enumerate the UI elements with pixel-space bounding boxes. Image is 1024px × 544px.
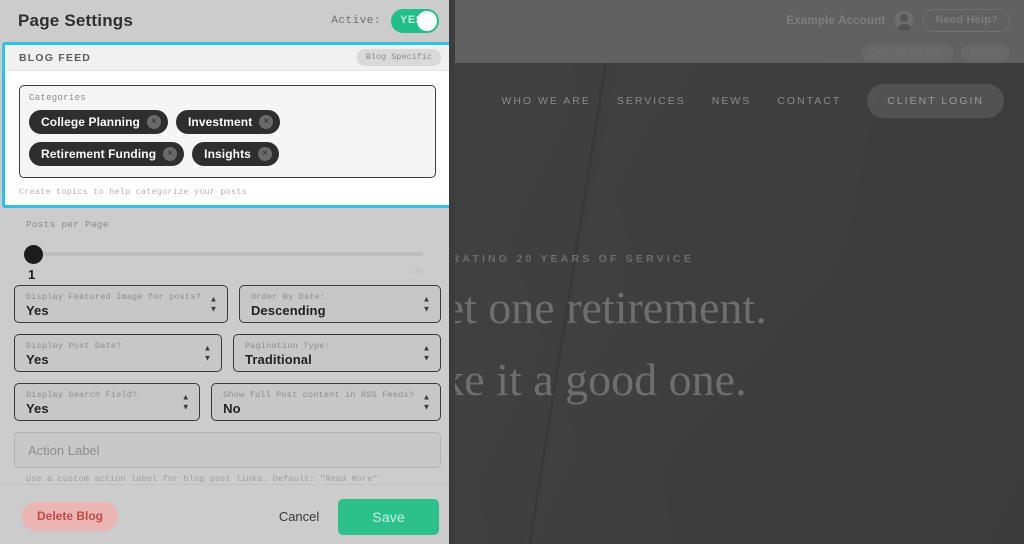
client-login-button[interactable]: CLIENT LOGIN [867, 83, 1004, 118]
footer-actions: Cancel Save [275, 498, 439, 535]
categories-hint: Create topics to help categorize your po… [19, 187, 247, 197]
copy-build-url-button[interactable]: Copy Build URL [860, 45, 954, 61]
panel-header: Page Settings Active: YES [0, 0, 455, 42]
save-button[interactable]: Save [338, 498, 439, 535]
slider-max-value: 20 [412, 266, 423, 276]
need-help-button[interactable]: Need Help? [923, 9, 1010, 32]
categories-field[interactable]: Categories College Planning × Investment… [19, 85, 436, 178]
background-account-area: Example Account Need Help? [786, 9, 1010, 32]
active-label: Active: [331, 15, 381, 27]
category-chip-label: Insights [204, 147, 251, 161]
categories-label: Categories [29, 93, 87, 103]
nav-item-services[interactable]: SERVICES [617, 95, 686, 107]
chevron-updown-icon[interactable]: ▲ ▼ [422, 393, 431, 411]
select-rss-full-content[interactable]: Show full Post content in RSS Feeds? No … [211, 383, 441, 421]
category-chip-label: Investment [187, 115, 253, 129]
posts-per-page-slider[interactable]: 1 20 [14, 239, 441, 285]
settings-form: Posts per Page 1 20 Display Featured Ima… [0, 208, 455, 484]
select-value: No [223, 401, 241, 416]
remove-chip-icon[interactable]: × [163, 147, 178, 161]
category-chip[interactable]: Investment × [175, 110, 281, 134]
remove-chip-icon[interactable]: × [259, 115, 274, 129]
action-label-hint: Use a custom action label for blog post … [26, 474, 378, 484]
action-label-input[interactable]: Action Label [14, 432, 441, 468]
active-toggle[interactable]: YES [391, 9, 439, 33]
select-value: Yes [26, 352, 49, 367]
category-chip-label: Retirement Funding [41, 147, 157, 161]
nav-item-who-we-are[interactable]: WHO WE ARE [501, 95, 590, 107]
active-toggle-group: Active: YES [331, 9, 439, 33]
category-chip[interactable]: Retirement Funding × [29, 142, 185, 166]
chevron-updown-icon[interactable]: ▲ ▼ [422, 295, 431, 313]
blog-feed-body: Categories College Planning × Investment… [5, 71, 450, 205]
panel-footer: Delete Blog Cancel Save [0, 484, 455, 544]
select-value: Yes [26, 303, 49, 318]
cancel-button[interactable]: Cancel [275, 503, 323, 530]
slider-thumb[interactable] [24, 245, 43, 264]
chevron-updown-icon[interactable]: ▲ ▼ [422, 344, 431, 362]
page-title: Page Settings [18, 11, 134, 30]
category-chip[interactable]: College Planning × [29, 110, 168, 134]
chevron-updown-icon[interactable]: ▲ ▼ [203, 344, 212, 362]
status-badge: Blog Specific [356, 49, 441, 66]
select-label: Display Search Field? [26, 390, 138, 400]
select-value: Descending [250, 303, 326, 318]
select-display-post-date[interactable]: Display Post Date? Yes ▲ ▼ [14, 334, 222, 372]
remove-chip-icon[interactable]: × [146, 115, 161, 129]
delete-blog-button[interactable]: Delete Blog [22, 502, 119, 531]
toggle-knob [417, 11, 437, 31]
blog-feed-header: BLOG FEED Blog Specific [5, 45, 450, 71]
resize-button[interactable]: Resize [960, 45, 1010, 61]
slider-track[interactable] [24, 252, 423, 256]
select-pagination-type[interactable]: Pagination Type: Traditional ▲ ▼ [233, 334, 441, 372]
slider-current-value: 1 [28, 267, 36, 282]
select-label: Pagination Type: [245, 341, 330, 351]
remove-chip-icon[interactable]: × [257, 147, 272, 161]
select-label: Show full Post content in RSS Feeds? [223, 390, 414, 400]
background-subbar-actions: Copy Build URL Resize [860, 45, 1010, 61]
select-display-featured-image[interactable]: Display Featured Image for posts? Yes ▲ ▼ [14, 285, 228, 323]
action-label-placeholder: Action Label [28, 442, 100, 458]
page-settings-panel: Page Settings Active: YES BLOG FEED Blog… [0, 0, 455, 544]
select-label: Display Featured Image for posts? [26, 292, 201, 302]
blog-feed-title: BLOG FEED [19, 51, 92, 64]
select-value: Yes [26, 401, 49, 416]
avatar[interactable] [894, 10, 915, 31]
chevron-updown-icon[interactable]: ▲ ▼ [209, 295, 218, 313]
select-row: Display Featured Image for posts? Yes ▲ ▼… [14, 285, 441, 323]
category-chip-label: College Planning [41, 115, 140, 129]
select-label: Display Post Date? [26, 341, 122, 351]
select-row: Display Search Field? Yes ▲ ▼ Show full P… [14, 383, 441, 421]
select-label: Order By Date: [250, 292, 326, 302]
chevron-updown-icon[interactable]: ▲ ▼ [181, 393, 190, 411]
blog-feed-card: BLOG FEED Blog Specific Categories Colle… [2, 42, 453, 208]
posts-per-page-label: Posts per Page [26, 219, 109, 230]
select-order-by-date[interactable]: Order By Date: Descending ▲ ▼ [238, 285, 441, 323]
nav-item-news[interactable]: NEWS [712, 95, 752, 107]
select-display-search-field[interactable]: Display Search Field? Yes ▲ ▼ [14, 383, 201, 421]
screen: Example Account Need Help? Copy Build UR… [0, 0, 1024, 544]
panel-scrollbar[interactable] [449, 0, 455, 544]
categories-chip-list: College Planning × Investment × Retireme… [29, 110, 426, 166]
account-name: Example Account [786, 14, 886, 27]
select-row: Display Post Date? Yes ▲ ▼ Pagination Typ… [14, 334, 441, 372]
select-value: Traditional [245, 352, 312, 367]
category-chip[interactable]: Insights × [192, 142, 279, 166]
nav-item-contact[interactable]: CONTACT [777, 95, 841, 107]
